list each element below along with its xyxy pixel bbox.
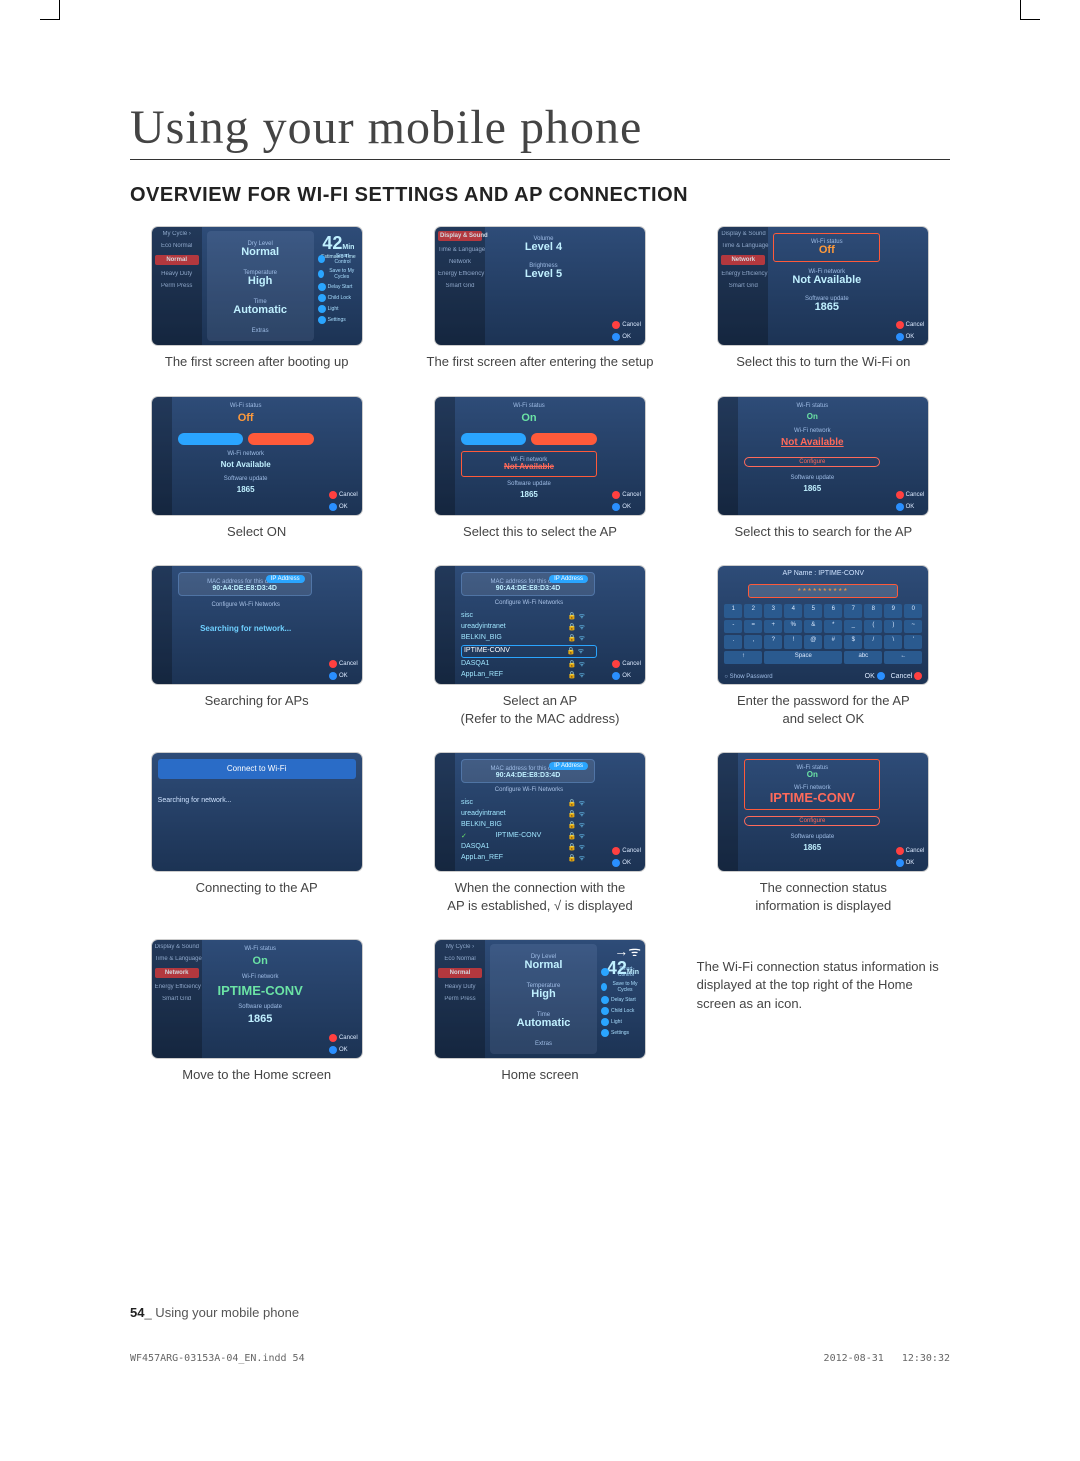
step-2: Display & Sound Time & Language Network … bbox=[413, 227, 666, 371]
caption: Select ON bbox=[130, 523, 383, 541]
caption: The first screen after booting up bbox=[130, 353, 383, 371]
configure-button[interactable]: Configure bbox=[744, 457, 880, 467]
print-metadata: WF457ARG-03153A-04_EN.indd 54 2012-08-31… bbox=[130, 1353, 950, 1364]
step-9: AP Name : IPTIME-CONV ********** 1234567… bbox=[697, 566, 950, 727]
ap-connected[interactable]: IPTIME-CONV🔒 ᯤ bbox=[461, 832, 597, 841]
thumb-connected-list: MAC address for this device 90:A4:DE:E8:… bbox=[435, 753, 645, 871]
crop-mark bbox=[1020, 0, 1040, 20]
note-text: The Wi-Fi connection status information … bbox=[697, 940, 950, 1013]
wifi-icon: 🔒 ᯤ bbox=[568, 660, 585, 669]
manual-page: Using your mobile phone OVERVIEW FOR WI-… bbox=[0, 0, 1080, 1400]
ok-icon[interactable] bbox=[329, 672, 337, 680]
note-cell: The Wi-Fi connection status information … bbox=[697, 940, 950, 1013]
step-7: MAC address for this device 90:A4:DE:E8:… bbox=[130, 566, 383, 710]
thumb-boot-home: My Cycle › Eco Normal Normal Heavy Duty … bbox=[152, 227, 362, 345]
wifi-icon: 🔒 ᯤ bbox=[568, 671, 585, 680]
screenshot-grid: My Cycle › Eco Normal Normal Heavy Duty … bbox=[130, 227, 950, 1084]
step-11: MAC address for this device 90:A4:DE:E8:… bbox=[413, 753, 666, 914]
on-pill[interactable] bbox=[178, 433, 244, 445]
thumb-select-ap: Wi-Fi status On Wi-Fi network Not Availa… bbox=[435, 397, 645, 515]
thumb-select-on: Wi-Fi status Off Wi-Fi network Not Avail… bbox=[152, 397, 362, 515]
page-title: Using your mobile phone bbox=[130, 100, 950, 160]
ok-icon[interactable] bbox=[896, 333, 904, 341]
caption: Select this to select the AP bbox=[413, 523, 666, 541]
caption: Enter the password for the APand select … bbox=[697, 692, 950, 727]
step-5: Wi-Fi status On Wi-Fi network Not Availa… bbox=[413, 397, 666, 541]
page-footer: 54_ Using your mobile phone bbox=[130, 1305, 950, 1320]
thumb-search-ap: Wi-Fi status On Wi-Fi network Not Availa… bbox=[718, 397, 928, 515]
step-8: MAC address for this device 90:A4:DE:E8:… bbox=[413, 566, 666, 727]
cancel-icon[interactable] bbox=[612, 321, 620, 329]
caption: When the connection with theAP is establ… bbox=[413, 879, 666, 914]
step-12: Wi-Fi status On Wi-Fi network IPTIME-CON… bbox=[697, 753, 950, 914]
cancel-icon[interactable] bbox=[612, 660, 620, 668]
caption: Select an AP(Refer to the MAC address) bbox=[413, 692, 666, 727]
wifi-icon: 🔒 ᯤ bbox=[568, 623, 585, 632]
crop-mark bbox=[40, 0, 60, 20]
step-14: →ᯤ My Cycle › Eco Normal Normal Heavy Du… bbox=[413, 940, 666, 1084]
thumb-conn-status: Wi-Fi status On Wi-Fi network IPTIME-CON… bbox=[718, 753, 928, 871]
cancel-icon[interactable] bbox=[896, 491, 904, 499]
thumb-display-sound: Display & Sound Time & Language Network … bbox=[435, 227, 645, 345]
caption: Home screen bbox=[413, 1066, 666, 1084]
ok-icon[interactable] bbox=[329, 503, 337, 511]
ip-address-button[interactable]: IP Address bbox=[549, 575, 588, 583]
ok-icon[interactable] bbox=[877, 672, 885, 680]
cancel-icon[interactable] bbox=[896, 847, 904, 855]
wifi-icon: 🔒 ᯤ bbox=[568, 612, 585, 621]
wifi-icon: 🔒 ᯤ bbox=[568, 634, 585, 643]
off-pill[interactable] bbox=[531, 433, 597, 445]
cancel-icon[interactable] bbox=[612, 491, 620, 499]
thumb-searching: MAC address for this device 90:A4:DE:E8:… bbox=[152, 566, 362, 684]
onscreen-keyboard[interactable]: 1234567890 -=+%&*_()~ .,?!@#$/\' ↑Spacea… bbox=[724, 604, 922, 664]
section-heading: OVERVIEW FOR WI-FI SETTINGS AND AP CONNE… bbox=[130, 184, 950, 207]
caption: Move to the Home screen bbox=[130, 1066, 383, 1084]
cancel-icon[interactable] bbox=[612, 847, 620, 855]
step-3: Display & Sound Time & Language Network … bbox=[697, 227, 950, 371]
ok-icon[interactable] bbox=[612, 672, 620, 680]
ip-address-button[interactable]: IP Address bbox=[549, 762, 588, 770]
caption: The connection statusinformation is disp… bbox=[697, 879, 950, 914]
ok-icon[interactable] bbox=[896, 859, 904, 867]
cancel-icon[interactable] bbox=[329, 660, 337, 668]
thumb-move-home: Display & Sound Time & Language Network … bbox=[152, 940, 362, 1058]
off-pill[interactable] bbox=[248, 433, 314, 445]
caption: Select this to turn the Wi-Fi on bbox=[697, 353, 950, 371]
thumb-keyboard: AP Name : IPTIME-CONV ********** 1234567… bbox=[718, 566, 928, 684]
ok-icon[interactable] bbox=[329, 1046, 337, 1054]
ok-icon[interactable] bbox=[612, 333, 620, 341]
thumb-connecting: Connect to Wi-Fi Searching for network..… bbox=[152, 753, 362, 871]
ip-address-button[interactable]: IP Address bbox=[266, 575, 305, 583]
thumb-wifi-off: Display & Sound Time & Language Network … bbox=[718, 227, 928, 345]
step-4: Wi-Fi status Off Wi-Fi network Not Avail… bbox=[130, 397, 383, 541]
cancel-icon[interactable] bbox=[329, 1034, 337, 1042]
cancel-icon[interactable] bbox=[896, 321, 904, 329]
caption: Connecting to the AP bbox=[130, 879, 383, 897]
caption: Searching for APs bbox=[130, 692, 383, 710]
step-10: Connect to Wi-Fi Searching for network..… bbox=[130, 753, 383, 897]
password-input[interactable]: ********** bbox=[748, 584, 898, 598]
cancel-icon[interactable] bbox=[329, 491, 337, 499]
caption: The first screen after entering the setu… bbox=[413, 353, 666, 371]
on-pill[interactable] bbox=[461, 433, 527, 445]
configure-button[interactable]: Configure bbox=[744, 816, 880, 826]
step-1: My Cycle › Eco Normal Normal Heavy Duty … bbox=[130, 227, 383, 371]
caption: Select this to search for the AP bbox=[697, 523, 950, 541]
thumb-final-home: →ᯤ My Cycle › Eco Normal Normal Heavy Du… bbox=[435, 940, 645, 1058]
step-13: Display & Sound Time & Language Network … bbox=[130, 940, 383, 1084]
step-6: Wi-Fi status On Wi-Fi network Not Availa… bbox=[697, 397, 950, 541]
ok-icon[interactable] bbox=[612, 859, 620, 867]
thumb-ap-list: MAC address for this device 90:A4:DE:E8:… bbox=[435, 566, 645, 684]
cancel-icon[interactable] bbox=[914, 672, 922, 680]
ok-icon[interactable] bbox=[612, 503, 620, 511]
ok-icon[interactable] bbox=[896, 503, 904, 511]
ap-selected[interactable]: IPTIME-CONV🔒 ᯤ bbox=[461, 645, 597, 658]
